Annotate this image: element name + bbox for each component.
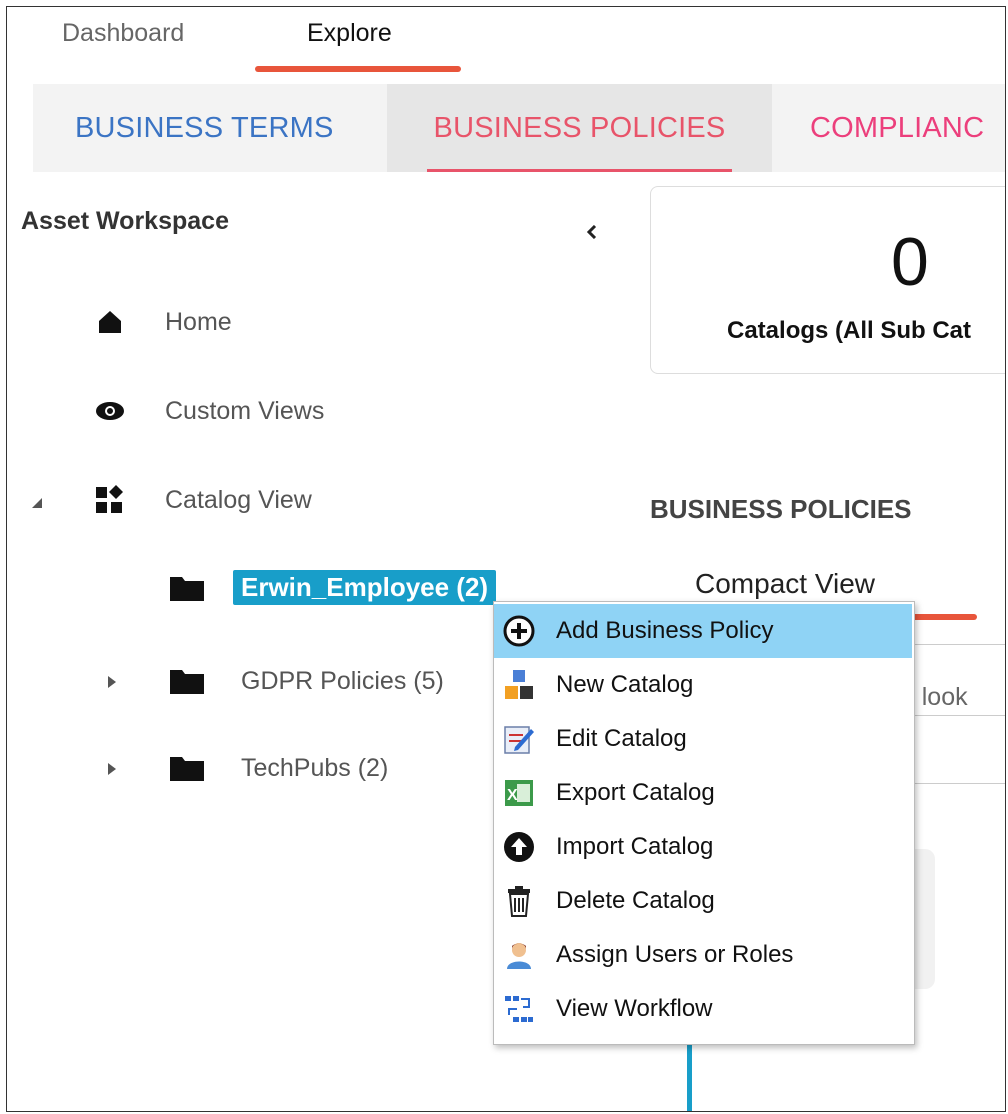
- tab-compliance[interactable]: COMPLIANC: [810, 84, 984, 172]
- tab-explore[interactable]: Explore: [307, 19, 392, 48]
- excel-export-icon: X: [502, 776, 536, 810]
- sidebar-item-home[interactable]: Home: [95, 307, 232, 337]
- expand-collapse-icon[interactable]: [31, 497, 43, 509]
- menu-item-label: New Catalog: [556, 671, 694, 698]
- app-frame: Dashboard Explore BUSINESS TERMS BUSINES…: [6, 6, 1006, 1112]
- sidebar-item-custom-views[interactable]: Custom Views: [95, 396, 324, 426]
- sidebar-title: Asset Workspace: [21, 207, 229, 235]
- svg-text:X: X: [507, 787, 518, 804]
- new-catalog-icon: [502, 668, 536, 702]
- user-icon: [502, 938, 536, 972]
- menu-item-export-catalog[interactable]: X Export Catalog: [494, 766, 912, 820]
- catalog-label: GDPR Policies (5): [241, 666, 444, 695]
- tab-business-policies[interactable]: BUSINESS POLICIES: [387, 84, 772, 172]
- trash-icon: [502, 884, 536, 918]
- sidebar-item-label: Catalog View: [165, 485, 312, 514]
- active-asset-tab-indicator: [427, 169, 732, 172]
- menu-item-label: Assign Users or Roles: [556, 941, 794, 968]
- catalog-item-gdpr-policies[interactable]: GDPR Policies (5): [169, 666, 444, 696]
- eye-icon: [95, 396, 125, 426]
- top-nav: Dashboard Explore: [7, 7, 1005, 77]
- catalog-item-techpubs[interactable]: TechPubs (2): [169, 753, 388, 783]
- menu-item-assign-users-or-roles[interactable]: Assign Users or Roles: [494, 928, 912, 982]
- menu-item-label: Export Catalog: [556, 779, 715, 806]
- sidebar-item-label: Custom Views: [165, 396, 325, 425]
- catalog-label: Erwin_Employee (2): [233, 570, 497, 605]
- expand-icon[interactable]: [107, 675, 117, 689]
- catalog-item-erwin-employee[interactable]: Erwin_Employee (2): [169, 570, 497, 605]
- menu-item-new-catalog[interactable]: New Catalog: [494, 658, 912, 712]
- asset-type-tabs: BUSINESS TERMS BUSINESS POLICIES COMPLIA…: [33, 84, 1005, 172]
- catalog-count-value: 0: [891, 224, 929, 300]
- menu-item-import-catalog[interactable]: Import Catalog: [494, 820, 912, 874]
- menu-item-edit-catalog[interactable]: Edit Catalog: [494, 712, 912, 766]
- tab-business-terms[interactable]: BUSINESS TERMS: [75, 84, 334, 172]
- menu-item-view-workflow[interactable]: View Workflow: [494, 982, 912, 1036]
- active-tab-indicator: [255, 66, 461, 72]
- menu-item-label: Import Catalog: [556, 833, 714, 860]
- folder-icon: [170, 670, 204, 694]
- sidebar-item-catalog-view[interactable]: Catalog View: [95, 485, 312, 515]
- menu-item-delete-catalog[interactable]: Delete Catalog: [494, 874, 912, 928]
- tab-business-policies-label: BUSINESS POLICIES: [433, 111, 726, 144]
- menu-item-label: Edit Catalog: [556, 725, 687, 752]
- expand-icon[interactable]: [107, 762, 117, 776]
- edit-icon: [502, 722, 536, 756]
- folder-icon: [170, 576, 204, 601]
- catalog-context-menu: Add Business Policy New Catalog Edit Cat…: [493, 601, 915, 1045]
- collapse-sidebar-icon[interactable]: [585, 225, 599, 239]
- sidebar-item-label: Home: [165, 307, 232, 336]
- menu-item-label: Add Business Policy: [556, 617, 774, 644]
- menu-item-add-business-policy[interactable]: Add Business Policy: [494, 604, 912, 658]
- menu-item-label: View Workflow: [556, 995, 713, 1022]
- section-title: BUSINESS POLICIES: [650, 494, 912, 524]
- folder-icon: [170, 757, 204, 781]
- import-upload-icon: [502, 830, 536, 864]
- tab-compact-view[interactable]: Compact View: [695, 568, 875, 600]
- menu-item-label: Delete Catalog: [556, 887, 715, 914]
- tab-dashboard[interactable]: Dashboard: [62, 19, 184, 48]
- workflow-icon: [502, 992, 536, 1026]
- add-circle-icon: [502, 614, 536, 648]
- catalog-label: TechPubs (2): [241, 753, 389, 782]
- catalog-count-label: Catalogs (All Sub Cat: [727, 317, 972, 344]
- catalog-count-card: 0 Catalogs (All Sub Cat: [650, 186, 1005, 374]
- home-icon: [95, 307, 125, 337]
- catalog-view-icon: [95, 485, 125, 515]
